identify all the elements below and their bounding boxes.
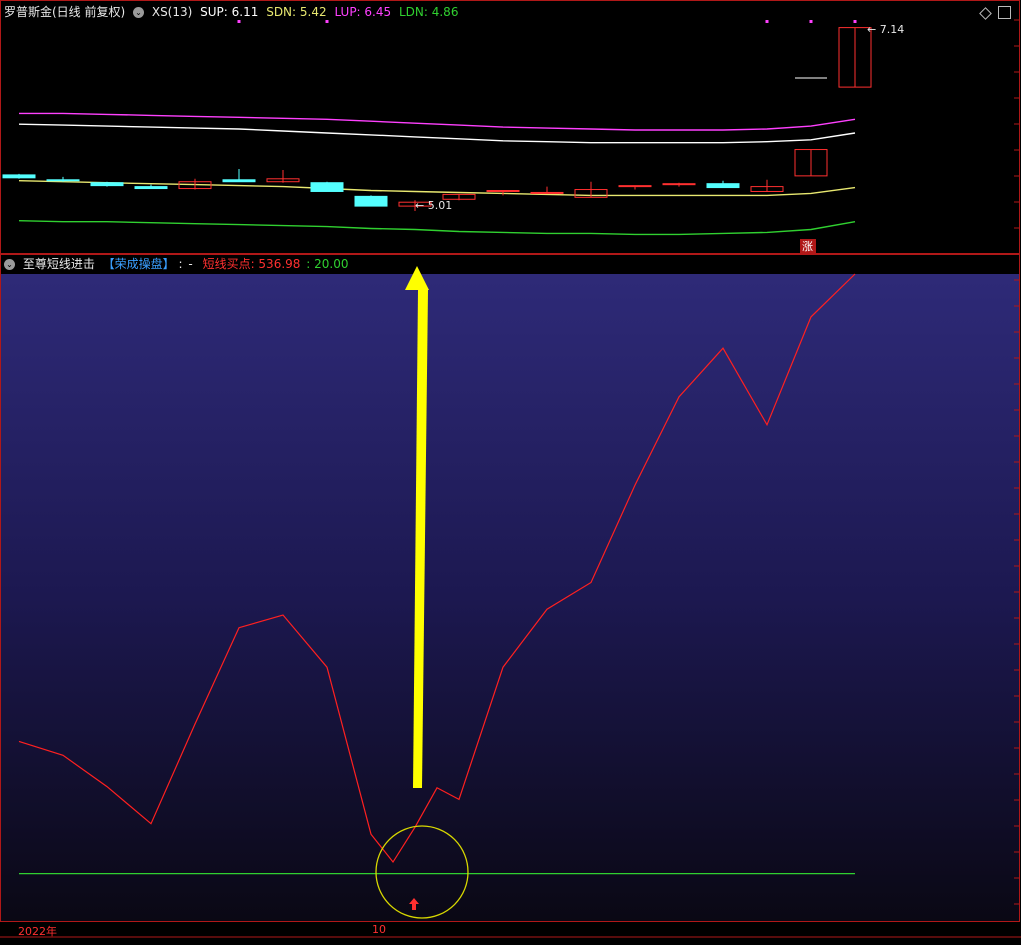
indicator2-name[interactable]: 至尊短线进击: [23, 257, 95, 271]
chart-canvas: ← 7.14 ← 5.01 涨: [0, 0, 1021, 938]
lup-value: LUP: 6.45: [334, 5, 392, 19]
brand-label: 【荣成操盘】: [102, 257, 175, 271]
indicator-panel-header: ⌄ 至尊短线进击 【荣成操盘】 : - 短线买点: 536.98 : 20.00: [4, 255, 352, 273]
low-price-label: ← 5.01: [415, 199, 452, 212]
line-value: : 20.00: [306, 257, 349, 271]
price-panel-header: 罗普斯金(日线 前复权) ⌄ XS(13) SUP: 6.11 SDN: 5.4…: [4, 3, 462, 21]
candle-down: [46, 179, 80, 182]
candle-down: [90, 182, 124, 187]
signal-value: 短线买点: 536.98: [202, 257, 301, 271]
month-label: 10: [372, 923, 386, 936]
ldn-value: LDN: 4.86: [398, 5, 459, 19]
separator: :: [178, 257, 183, 271]
indicator-menu-icon[interactable]: ⌄: [133, 7, 145, 18]
sup-value: SUP: 6.11: [200, 5, 259, 19]
sdn-value: SDN: 5.42: [266, 5, 327, 19]
band-line-ldn: [18, 220, 856, 236]
indicator-panel-bg: [0, 274, 1020, 922]
year-label: 2022年: [18, 925, 57, 938]
candle-up: [618, 185, 652, 188]
indicator-name[interactable]: XS(13): [152, 5, 192, 19]
candle-up: [486, 190, 520, 192]
dash-value: -: [188, 257, 193, 271]
signal-dot: [809, 20, 813, 23]
candle-up: [530, 191, 564, 194]
candle-down: [354, 195, 388, 207]
stock-title: 罗普斯金(日线 前复权): [4, 5, 126, 19]
signal-dot: [853, 20, 857, 23]
indicator2-menu-icon[interactable]: ⌄: [4, 259, 15, 270]
limit-up-badge: 涨: [802, 240, 813, 253]
candle-down: [706, 183, 740, 189]
candle-up: [662, 183, 696, 186]
chart-window: ← 7.14 ← 5.01 涨 罗普斯金(日线 前复权) ⌄ XS(13) SUP:…: [0, 0, 1021, 942]
candle-down: [2, 174, 36, 179]
candle-down: [310, 182, 344, 192]
high-price-label: ← 7.14: [867, 23, 904, 36]
candle-down: [134, 186, 168, 190]
maximize-icon[interactable]: [998, 6, 1011, 19]
signal-dot: [765, 20, 769, 23]
candle-down: [222, 179, 256, 183]
band-line-sup: [18, 123, 856, 144]
price-chart: ← 7.14 ← 5.01 涨: [2, 20, 904, 253]
